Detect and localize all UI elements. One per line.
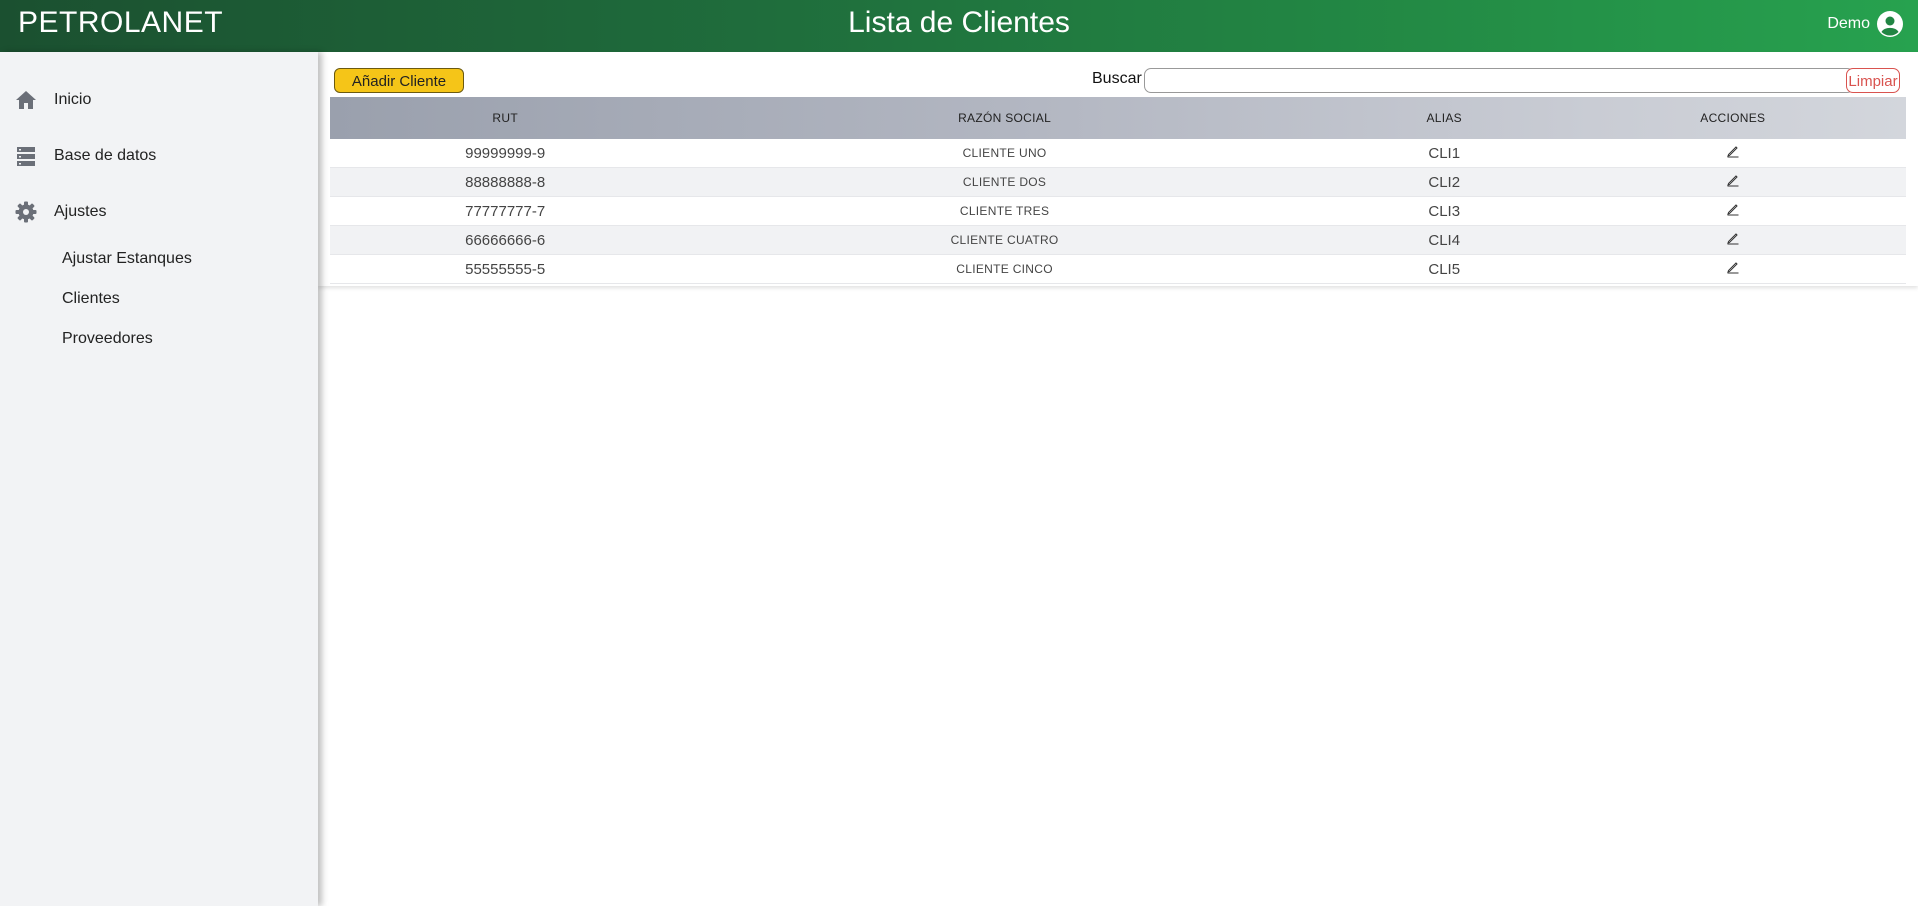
- sidebar-subitem-proveedores[interactable]: Proveedores: [62, 330, 153, 348]
- cell-actions: [1559, 167, 1906, 197]
- edit-icon[interactable]: [1726, 260, 1740, 274]
- sidebar-item-base-de-datos[interactable]: Base de datos: [14, 144, 156, 168]
- sidebar-item-inicio[interactable]: Inicio: [14, 88, 91, 112]
- clients-table: RUT RAZÓN SOCIAL ALIAS ACCIONES 99999999…: [330, 97, 1906, 284]
- table-row: 99999999-9 CLIENTE UNO CLI1: [330, 139, 1906, 168]
- table-row: 66666666-6 CLIENTE CUATRO CLI4: [330, 225, 1906, 255]
- main-panel: Añadir Cliente Buscar Limpiar RUT RAZÓN …: [318, 52, 1918, 286]
- top-bar: PETROLANET Lista de Clientes Demo: [0, 0, 1918, 52]
- edit-icon[interactable]: [1726, 231, 1740, 245]
- sidebar-item-label: Base de datos: [54, 147, 157, 164]
- cell-actions: [1559, 254, 1906, 284]
- cell-razon-social: CLIENTE TRES: [680, 196, 1329, 226]
- edit-icon[interactable]: [1726, 202, 1740, 216]
- sidebar-item-ajustes[interactable]: Ajustes: [14, 200, 106, 224]
- cell-rut: 88888888-8: [330, 167, 681, 197]
- edit-icon[interactable]: [1726, 144, 1740, 158]
- cell-rut: 99999999-9: [330, 139, 681, 168]
- cell-razon-social: CLIENTE DOS: [680, 167, 1329, 197]
- cell-razon-social: CLIENTE UNO: [680, 139, 1329, 168]
- sidebar-item-label: Inicio: [54, 91, 92, 108]
- cell-alias: CLI4: [1328, 225, 1560, 255]
- cell-actions: [1559, 196, 1906, 226]
- cell-rut: 77777777-7: [330, 196, 681, 226]
- cell-actions: [1559, 139, 1906, 168]
- column-header-alias[interactable]: ALIAS: [1329, 97, 1560, 139]
- column-header-rut[interactable]: RUT: [330, 97, 680, 139]
- cell-alias: CLI1: [1328, 139, 1560, 168]
- column-header-acciones: ACCIONES: [1700, 111, 1766, 125]
- cell-alias: CLI2: [1328, 167, 1560, 197]
- cell-razon-social: CLIENTE CUATRO: [680, 225, 1329, 255]
- cell-rut: 66666666-6: [330, 225, 681, 255]
- cell-razon-social: CLIENTE CINCO: [680, 254, 1329, 284]
- cell-alias: CLI3: [1328, 196, 1560, 226]
- gear-icon: [14, 200, 38, 224]
- add-client-button[interactable]: Añadir Cliente: [334, 68, 464, 93]
- database-icon: [14, 144, 38, 168]
- home-icon: [14, 88, 38, 112]
- cell-rut: 55555555-5: [330, 254, 681, 284]
- table-header-row: RUT RAZÓN SOCIAL ALIAS ACCIONES: [330, 97, 1906, 139]
- sidebar-subitem-ajustar-estanques[interactable]: Ajustar Estanques: [62, 250, 192, 268]
- table-row: 55555555-5 CLIENTE CINCO CLI5: [330, 254, 1906, 284]
- search-input[interactable]: [1144, 68, 1854, 93]
- cell-alias: CLI5: [1328, 254, 1560, 284]
- column-header-razon-social[interactable]: RAZÓN SOCIAL: [680, 97, 1328, 139]
- cell-actions: [1559, 225, 1906, 255]
- page-title: Lista de Clientes: [848, 6, 1070, 39]
- user-menu[interactable]: Demo: [1827, 10, 1904, 38]
- sidebar: Inicio Base de datos Ajustes Ajustar Est…: [0, 52, 318, 906]
- user-avatar-icon: [1876, 10, 1904, 38]
- sidebar-subitem-clientes[interactable]: Clientes: [62, 290, 120, 308]
- sidebar-item-label: Ajustes: [54, 203, 107, 220]
- search-label: Buscar: [1092, 70, 1142, 87]
- table-row: 88888888-8 CLIENTE DOS CLI2: [330, 167, 1906, 197]
- edit-icon[interactable]: [1726, 173, 1740, 187]
- table-row: 77777777-7 CLIENTE TRES CLI3: [330, 196, 1906, 226]
- user-name: Demo: [1827, 15, 1870, 32]
- clear-button[interactable]: Limpiar: [1846, 68, 1900, 93]
